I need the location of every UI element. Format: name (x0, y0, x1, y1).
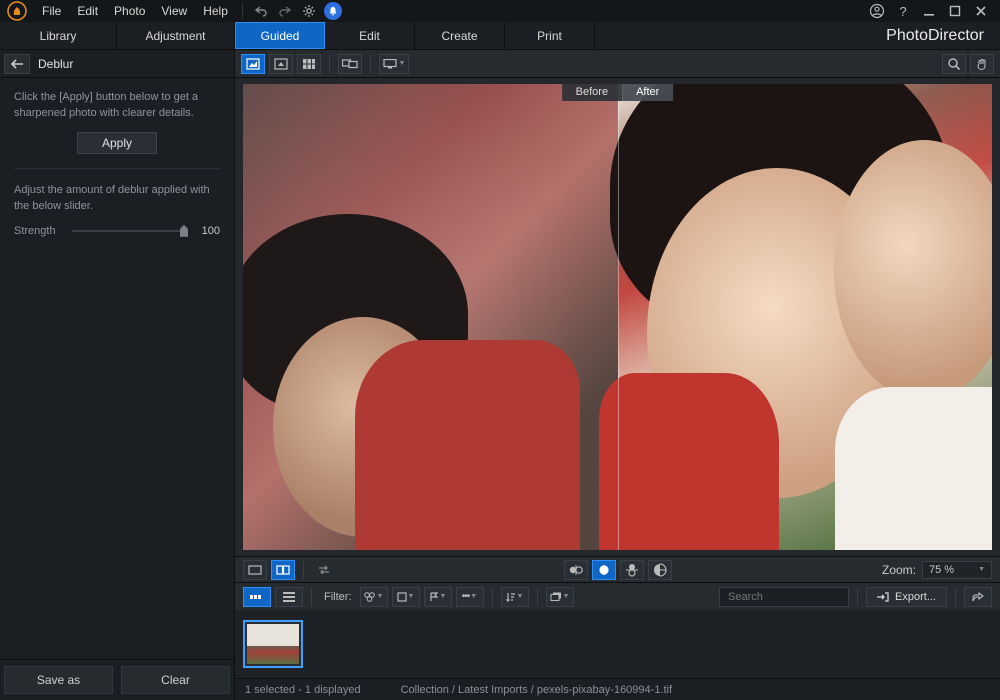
canvas-area: Before After (235, 78, 1000, 556)
after-tab[interactable]: After (622, 84, 673, 101)
zoom-label: Zoom: (882, 563, 916, 577)
save-as-button[interactable]: Save as (4, 666, 113, 694)
strength-label: Strength (14, 225, 66, 237)
filter-rating-icon[interactable]: •••▼ (456, 587, 484, 607)
tab-edit[interactable]: Edit (325, 22, 415, 49)
stack-icon[interactable]: ▼ (546, 587, 574, 607)
notification-icon[interactable] (324, 2, 342, 20)
swap-icon[interactable] (312, 560, 336, 580)
separator (242, 3, 243, 19)
mirror-left-icon[interactable] (564, 560, 588, 580)
menu-photo[interactable]: Photo (106, 2, 153, 20)
display-dropdown-icon[interactable]: ▼ (379, 54, 409, 74)
sort-icon[interactable]: ▼ (501, 587, 529, 607)
help-icon[interactable]: ? (894, 2, 912, 20)
tab-create[interactable]: Create (415, 22, 505, 49)
apply-button[interactable]: Apply (77, 132, 157, 154)
tab-guided[interactable]: Guided (235, 22, 325, 49)
viewmode-grid-icon[interactable] (297, 54, 321, 74)
search-input[interactable]: ✕ (719, 587, 849, 607)
viewmode-single-icon[interactable] (241, 54, 265, 74)
before-tab[interactable]: Before (562, 84, 622, 101)
strength-slider[interactable] (72, 230, 188, 232)
dual-monitor-icon[interactable] (338, 54, 362, 74)
compare-toolbar: Zoom: 75 %▼ (235, 556, 1000, 582)
mode-tabs: Library Adjustment Guided Edit Create Pr… (0, 22, 1000, 50)
side-panel: Deblur Click the [Apply] button below to… (0, 50, 235, 700)
menu-view[interactable]: View (153, 2, 195, 20)
viewmode-fit-icon[interactable] (269, 54, 293, 74)
thumbnail-strip (235, 610, 1000, 678)
status-selection: 1 selected - 1 displayed (245, 684, 361, 696)
minimize-icon[interactable] (920, 2, 938, 20)
maximize-icon[interactable] (946, 2, 964, 20)
zoom-tool-icon[interactable] (942, 54, 966, 74)
filter-flag-icon[interactable]: ▼ (424, 587, 452, 607)
browser-toolbar: Filter: ▼ ▼ ▼ •••▼ ▼ ▼ ✕ Export... (235, 582, 1000, 610)
strength-value: 100 (194, 225, 220, 237)
filter-tag-icon[interactable]: ▼ (360, 587, 388, 607)
menu-edit[interactable]: Edit (69, 2, 106, 20)
tab-print[interactable]: Print (505, 22, 595, 49)
thumb-list-icon[interactable] (275, 587, 303, 607)
settings-icon[interactable] (300, 2, 318, 20)
search-field[interactable] (728, 591, 870, 603)
filter-label-icon[interactable]: ▼ (392, 587, 420, 607)
thumbnail-item[interactable] (243, 620, 303, 668)
panel-title: Deblur (38, 57, 73, 71)
menu-file[interactable]: File (34, 2, 69, 20)
single-view-icon[interactable] (243, 560, 267, 580)
account-icon[interactable] (868, 2, 886, 20)
slider-thumb[interactable] (180, 225, 188, 237)
filter-label: Filter: (324, 591, 352, 603)
clear-button[interactable]: Clear (121, 666, 230, 694)
mirror-split-icon[interactable] (648, 560, 672, 580)
view-toolbar: ▼ (235, 50, 1000, 78)
redo-icon[interactable] (276, 2, 294, 20)
share-icon[interactable] (964, 587, 992, 607)
menubar: File Edit Photo View Help ? (0, 0, 1000, 22)
pan-tool-icon[interactable] (970, 54, 994, 74)
mirror-center-icon[interactable] (592, 560, 616, 580)
undo-icon[interactable] (252, 2, 270, 20)
panel-instruction: Click the [Apply] button below to get a … (14, 90, 220, 122)
back-button[interactable] (4, 54, 30, 74)
export-button[interactable]: Export... (866, 587, 947, 607)
menu-help[interactable]: Help (195, 2, 236, 20)
brand-label: PhotoDirector (870, 22, 1000, 49)
thumb-small-icon[interactable] (243, 587, 271, 607)
image-canvas[interactable]: Before After (243, 84, 992, 550)
zoom-select[interactable]: 75 %▼ (922, 561, 992, 579)
tab-adjustment[interactable]: Adjustment (117, 22, 235, 49)
app-logo-icon (6, 0, 28, 22)
slider-instruction: Adjust the amount of deblur applied with… (14, 183, 220, 215)
status-bar: 1 selected - 1 displayed Collection / La… (235, 678, 1000, 700)
status-path: Collection / Latest Imports / pexels-pix… (401, 684, 672, 696)
divider (14, 168, 220, 169)
tab-library[interactable]: Library (0, 22, 117, 49)
mirror-top-icon[interactable] (620, 560, 644, 580)
split-view-icon[interactable] (271, 560, 295, 580)
close-icon[interactable] (972, 2, 990, 20)
